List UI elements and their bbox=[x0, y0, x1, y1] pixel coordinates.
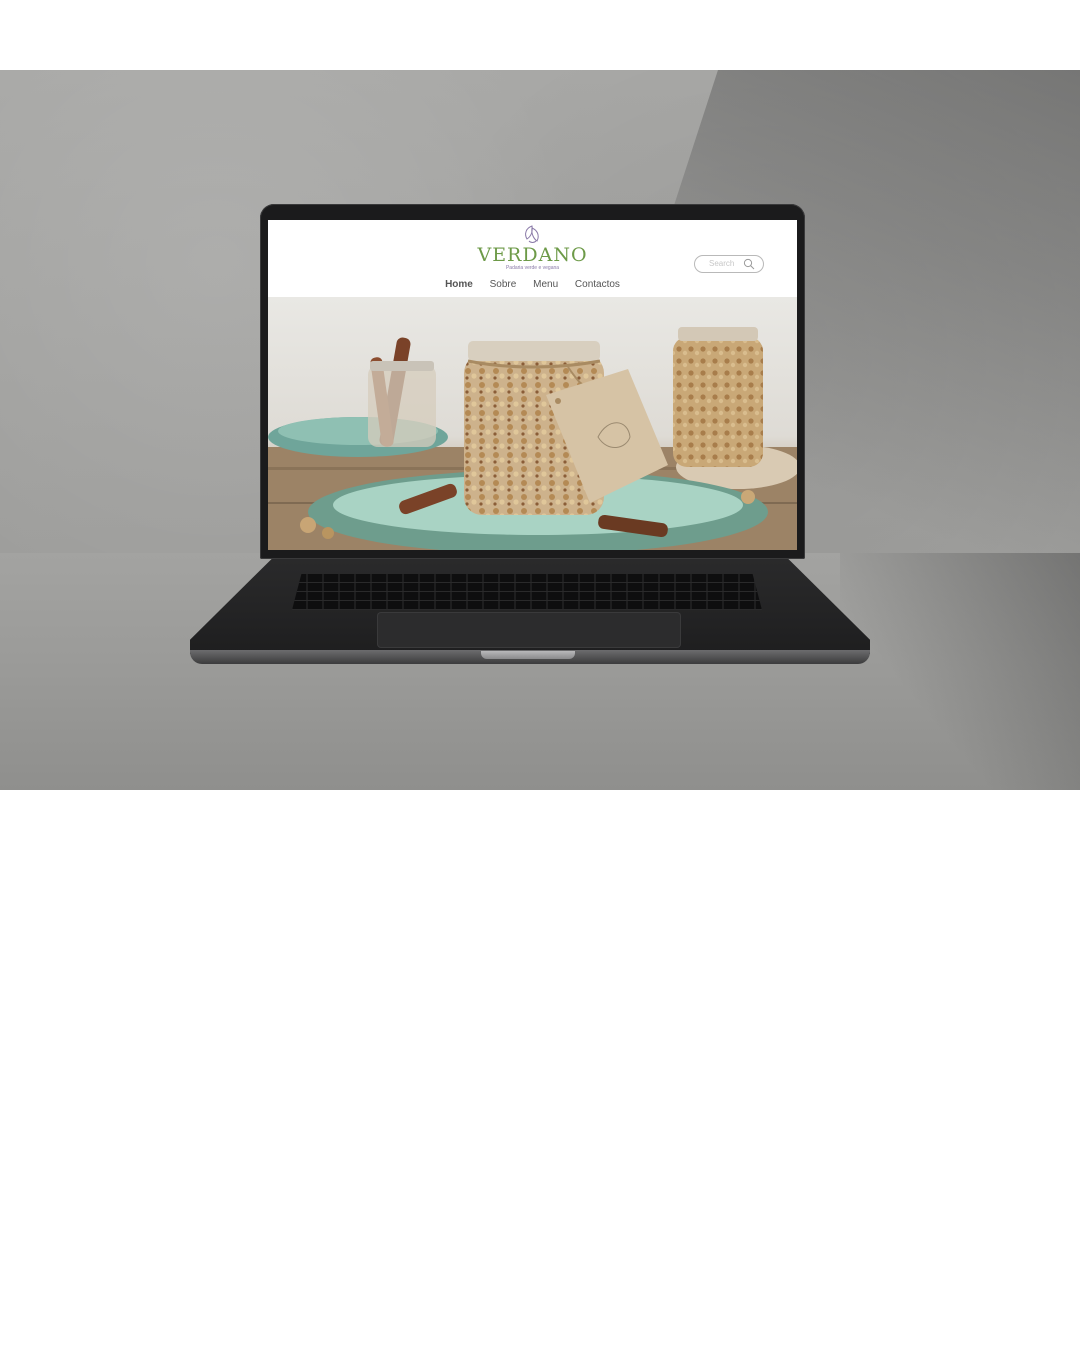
site-header: VERDANO Padaria verde e vegana Search Ho… bbox=[268, 220, 797, 297]
laptop-keyboard bbox=[292, 574, 762, 610]
search-input[interactable]: Search bbox=[694, 255, 764, 273]
search-icon[interactable] bbox=[743, 258, 755, 270]
table-shadow bbox=[840, 553, 1080, 790]
hero-illustration bbox=[268, 327, 797, 550]
nav-item-sobre[interactable]: Sobre bbox=[490, 279, 517, 290]
laptop-trackpad bbox=[377, 612, 681, 648]
search-placeholder: Search bbox=[709, 259, 735, 268]
logo-leaf-icon bbox=[525, 225, 539, 243]
hero-image-granola bbox=[268, 297, 797, 550]
mockup-photo: VERDANO Padaria verde e vegana Search Ho… bbox=[0, 70, 1080, 790]
nav-item-menu[interactable]: Menu bbox=[533, 279, 558, 290]
laptop-screen: VERDANO Padaria verde e vegana Search Ho… bbox=[268, 220, 797, 550]
nav-item-home[interactable]: Home bbox=[445, 279, 473, 290]
nav-item-contactos[interactable]: Contactos bbox=[575, 279, 620, 290]
laptop-lid-notch bbox=[481, 651, 575, 659]
main-nav: Home Sobre Menu Contactos bbox=[268, 279, 797, 293]
